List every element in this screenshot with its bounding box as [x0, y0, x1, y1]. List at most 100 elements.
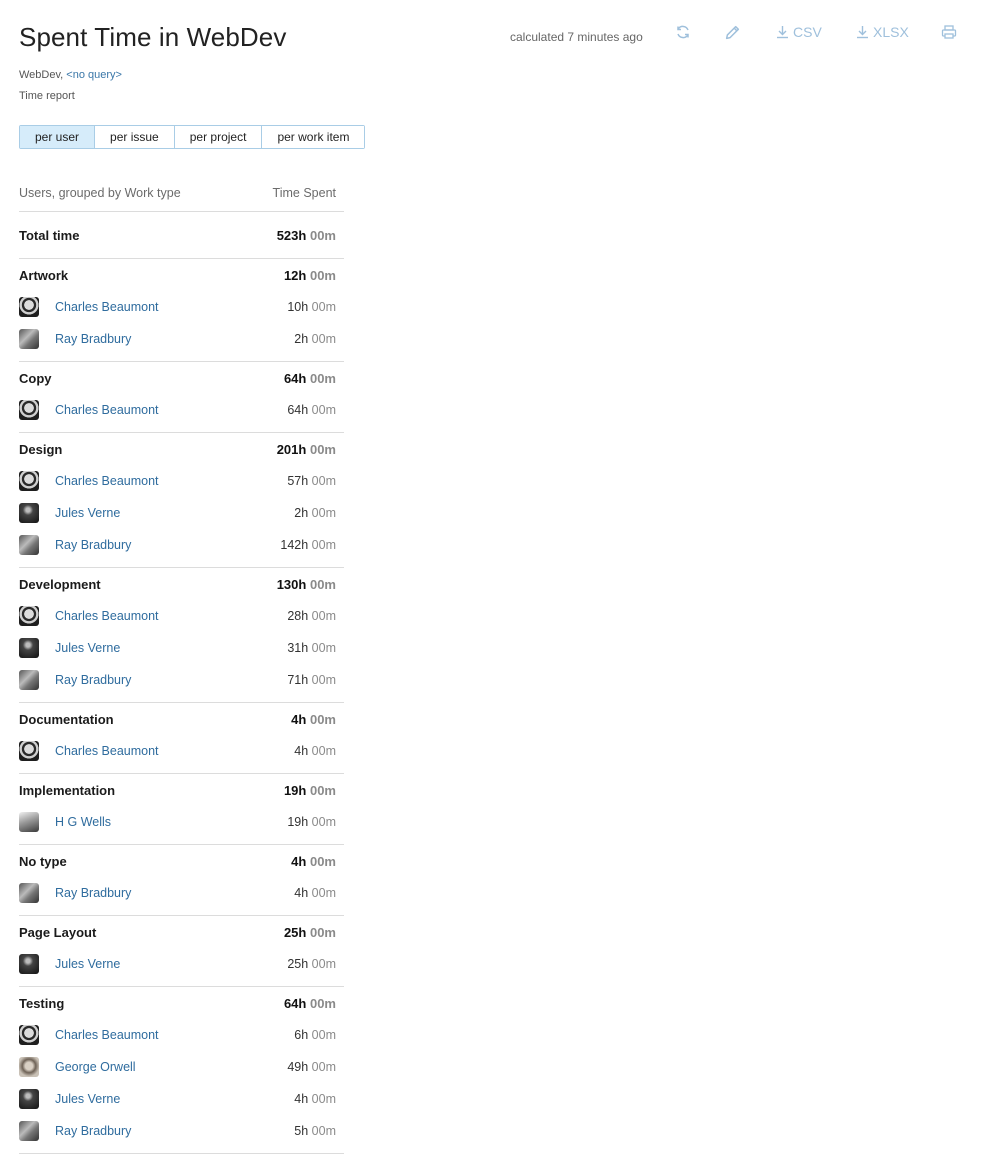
user-link[interactable]: George Orwell: [55, 1060, 136, 1074]
user-hours: 4h: [294, 744, 309, 758]
user-row: George Orwell 49h 00m: [19, 1051, 344, 1083]
user-cell: Ray Bradbury: [19, 883, 131, 903]
user-time: 28h 00m: [287, 609, 336, 623]
user-time: 6h 00m: [294, 1028, 336, 1042]
user-link[interactable]: Charles Beaumont: [55, 1028, 159, 1042]
group-name: No type: [19, 854, 67, 869]
user-minutes: 00m: [311, 1060, 336, 1074]
work-type-group: Testing 64h 00m Charles Beaumont 6h 00m Geor…: [19, 987, 344, 1154]
group-name: Artwork: [19, 268, 69, 283]
user-hours: 142h: [280, 538, 309, 552]
user-row: Ray Bradbury 2h 00m: [19, 323, 344, 355]
user-minutes: 00m: [311, 744, 336, 758]
user-minutes: 00m: [311, 538, 336, 552]
user-hours: 10h: [287, 300, 309, 314]
user-link[interactable]: Ray Bradbury: [55, 538, 131, 552]
user-link[interactable]: Jules Verne: [55, 957, 120, 971]
query-link[interactable]: <no query>: [66, 69, 122, 81]
user-time: 49h 00m: [287, 1060, 336, 1074]
user-time: 57h 00m: [287, 474, 336, 488]
csv-export-button[interactable]: CSV: [776, 22, 822, 42]
user-time: 10h 00m: [287, 300, 336, 314]
user-hours: 4h: [294, 1092, 309, 1106]
group-name: Documentation: [19, 712, 114, 727]
user-link[interactable]: Jules Verne: [55, 506, 120, 520]
tab-per-project[interactable]: per project: [174, 126, 263, 148]
report-context: WebDev, <no query>: [19, 69, 122, 81]
user-link[interactable]: H G Wells: [55, 815, 111, 829]
avatar: [19, 883, 39, 903]
edit-button[interactable]: [724, 22, 741, 42]
user-minutes: 00m: [311, 957, 336, 971]
user-time: 71h 00m: [287, 673, 336, 687]
group-hours: 201h: [276, 442, 307, 457]
user-row: H G Wells 19h 00m: [19, 806, 344, 838]
user-time: 64h 00m: [287, 403, 336, 417]
avatar: [19, 503, 39, 523]
user-link[interactable]: Jules Verne: [55, 641, 120, 655]
user-row: Jules Verne 31h 00m: [19, 632, 344, 664]
user-link[interactable]: Ray Bradbury: [55, 332, 131, 346]
group-row: Documentation 4h 00m: [19, 703, 344, 735]
group-name: Implementation: [19, 783, 116, 798]
user-hours: 2h: [294, 506, 309, 520]
grouping-tabs: per user per issue per project per work ite…: [19, 125, 366, 149]
user-link[interactable]: Charles Beaumont: [55, 300, 159, 314]
project-name: WebDev,: [19, 69, 64, 81]
user-row: Charles Beaumont 10h 00m: [19, 291, 344, 323]
user-cell: Charles Beaumont: [19, 297, 159, 317]
work-type-group: No type 4h 00m Ray Bradbury 4h 00m: [19, 845, 344, 916]
avatar: [19, 741, 39, 761]
user-time: 5h 00m: [294, 1124, 336, 1138]
xlsx-export-button[interactable]: XLSX: [856, 22, 909, 42]
user-cell: Charles Beaumont: [19, 741, 159, 761]
user-hours: 2h: [294, 332, 309, 346]
tab-per-issue[interactable]: per issue: [95, 126, 175, 148]
group-name: Testing: [19, 996, 65, 1011]
avatar: [19, 954, 39, 974]
work-type-group: Copy 64h 00m Charles Beaumont 64h 00m: [19, 362, 344, 433]
group-minutes: 00m: [309, 925, 336, 940]
group-minutes: 00m: [309, 268, 336, 283]
user-hours: 6h: [294, 1028, 309, 1042]
user-link[interactable]: Charles Beaumont: [55, 609, 159, 623]
avatar: [19, 606, 39, 626]
group-time: 12h 00m: [284, 268, 336, 283]
user-link[interactable]: Ray Bradbury: [55, 886, 131, 900]
user-cell: George Orwell: [19, 1057, 136, 1077]
group-time: 4h 00m: [291, 712, 336, 727]
refresh-button[interactable]: [675, 22, 691, 42]
user-hours: 19h: [287, 815, 309, 829]
group-minutes: 00m: [309, 783, 336, 798]
column-header-group: Users, grouped by Work type: [19, 186, 181, 200]
user-cell: Charles Beaumont: [19, 606, 159, 626]
group-hours: 130h: [276, 577, 307, 592]
user-link[interactable]: Ray Bradbury: [55, 673, 131, 687]
work-type-group: Implementation 19h 00m H G Wells 19h 00m: [19, 774, 344, 845]
print-button[interactable]: [941, 22, 957, 42]
user-link[interactable]: Charles Beaumont: [55, 744, 159, 758]
tab-per-user[interactable]: per user: [20, 126, 96, 148]
user-time: 2h 00m: [294, 332, 336, 346]
user-link[interactable]: Charles Beaumont: [55, 403, 159, 417]
pencil-icon: [725, 25, 740, 39]
group-time: 25h 00m: [284, 925, 336, 940]
xlsx-label: XLSX: [873, 24, 909, 40]
user-link[interactable]: Charles Beaumont: [55, 474, 159, 488]
group-name: Page Layout: [19, 925, 97, 940]
user-hours: 64h: [287, 403, 309, 417]
avatar: [19, 1089, 39, 1109]
user-hours: 31h: [287, 641, 309, 655]
group-hours: 25h: [283, 925, 307, 940]
group-time: 64h 00m: [284, 371, 336, 386]
user-minutes: 00m: [311, 300, 336, 314]
user-row: Charles Beaumont 6h 00m: [19, 1019, 344, 1051]
avatar: [19, 812, 39, 832]
total-row: Total time 523h 00m: [19, 212, 344, 259]
calculated-status: calculated 7 minutes ago: [510, 30, 643, 44]
total-hours: 523h: [276, 227, 307, 243]
user-link[interactable]: Jules Verne: [55, 1092, 120, 1106]
user-link[interactable]: Ray Bradbury: [55, 1124, 131, 1138]
user-hours: 71h: [287, 673, 309, 687]
tab-per-work-item[interactable]: per work item: [262, 126, 365, 148]
